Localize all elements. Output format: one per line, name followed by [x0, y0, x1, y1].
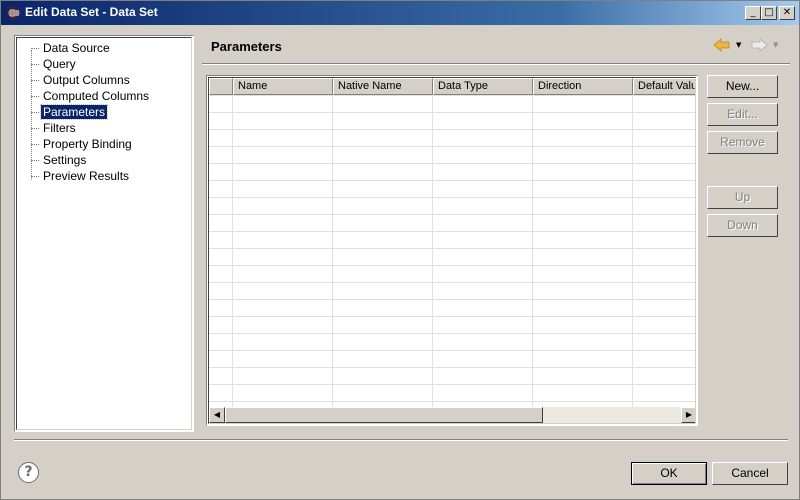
new-button[interactable]: New... [707, 75, 778, 98]
footer-separator [14, 439, 788, 441]
table-rows[interactable] [209, 95, 695, 411]
cancel-button[interactable]: Cancel [712, 462, 788, 485]
scroll-left-icon[interactable]: ◀ [209, 407, 225, 423]
column-header-data-type[interactable]: Data Type [433, 78, 533, 95]
help-icon[interactable]: ? [18, 462, 39, 483]
window-title: Edit Data Set - Data Set [25, 5, 158, 19]
nav-item-parameters[interactable]: Parameters [39, 104, 109, 120]
nav-item-output-columns[interactable]: Output Columns [41, 73, 132, 87]
title-bar[interactable]: Edit Data Set - Data Set _ □ ✕ [1, 1, 799, 25]
edit-button[interactable]: Edit... [707, 103, 778, 126]
edit-data-set-dialog: Edit Data Set - Data Set _ □ ✕ Data Sour… [0, 0, 800, 500]
nav-item-property-binding[interactable]: Property Binding [41, 137, 134, 151]
nav-item-filters[interactable]: Filters [41, 121, 78, 135]
scroll-right-icon[interactable]: ▶ [681, 407, 695, 423]
maximize-button[interactable]: □ [761, 6, 777, 20]
table-header: Name Native Name Data Type Direction Def… [209, 78, 695, 95]
ok-button[interactable]: OK [631, 462, 707, 485]
back-dropdown-icon[interactable]: ▼ [736, 41, 741, 49]
remove-button[interactable]: Remove [707, 131, 778, 154]
row-header-corner [209, 78, 233, 95]
forward-arrow-icon[interactable] [749, 37, 769, 53]
parameters-table[interactable]: Name Native Name Data Type Direction Def… [206, 75, 698, 426]
header-separator [202, 63, 790, 65]
nav-item-preview-results[interactable]: Preview Results [41, 169, 131, 183]
nav-tree: Data Source Query Output Columns Compute… [14, 35, 194, 432]
column-header-name[interactable]: Name [233, 78, 333, 95]
nav-item-settings[interactable]: Settings [41, 153, 88, 167]
column-header-default-value[interactable]: Default Value [633, 78, 695, 95]
nav-item-query[interactable]: Query [41, 57, 78, 71]
eclipse-app-icon [7, 6, 21, 20]
nav-item-computed-columns[interactable]: Computed Columns [41, 89, 151, 103]
close-button[interactable]: ✕ [779, 6, 795, 20]
forward-dropdown-icon[interactable]: ▼ [773, 41, 778, 49]
column-header-native-name[interactable]: Native Name [333, 78, 433, 95]
back-arrow-icon[interactable] [712, 37, 732, 53]
up-button[interactable]: Up [707, 186, 778, 209]
nav-item-data-source[interactable]: Data Source [41, 41, 112, 55]
down-button[interactable]: Down [707, 214, 778, 237]
scroll-thumb[interactable] [225, 407, 543, 423]
minimize-button[interactable]: _ [745, 6, 761, 20]
page-title: Parameters [211, 39, 282, 54]
column-header-direction[interactable]: Direction [533, 78, 633, 95]
horizontal-scrollbar[interactable]: ◀ ▶ [209, 407, 695, 423]
